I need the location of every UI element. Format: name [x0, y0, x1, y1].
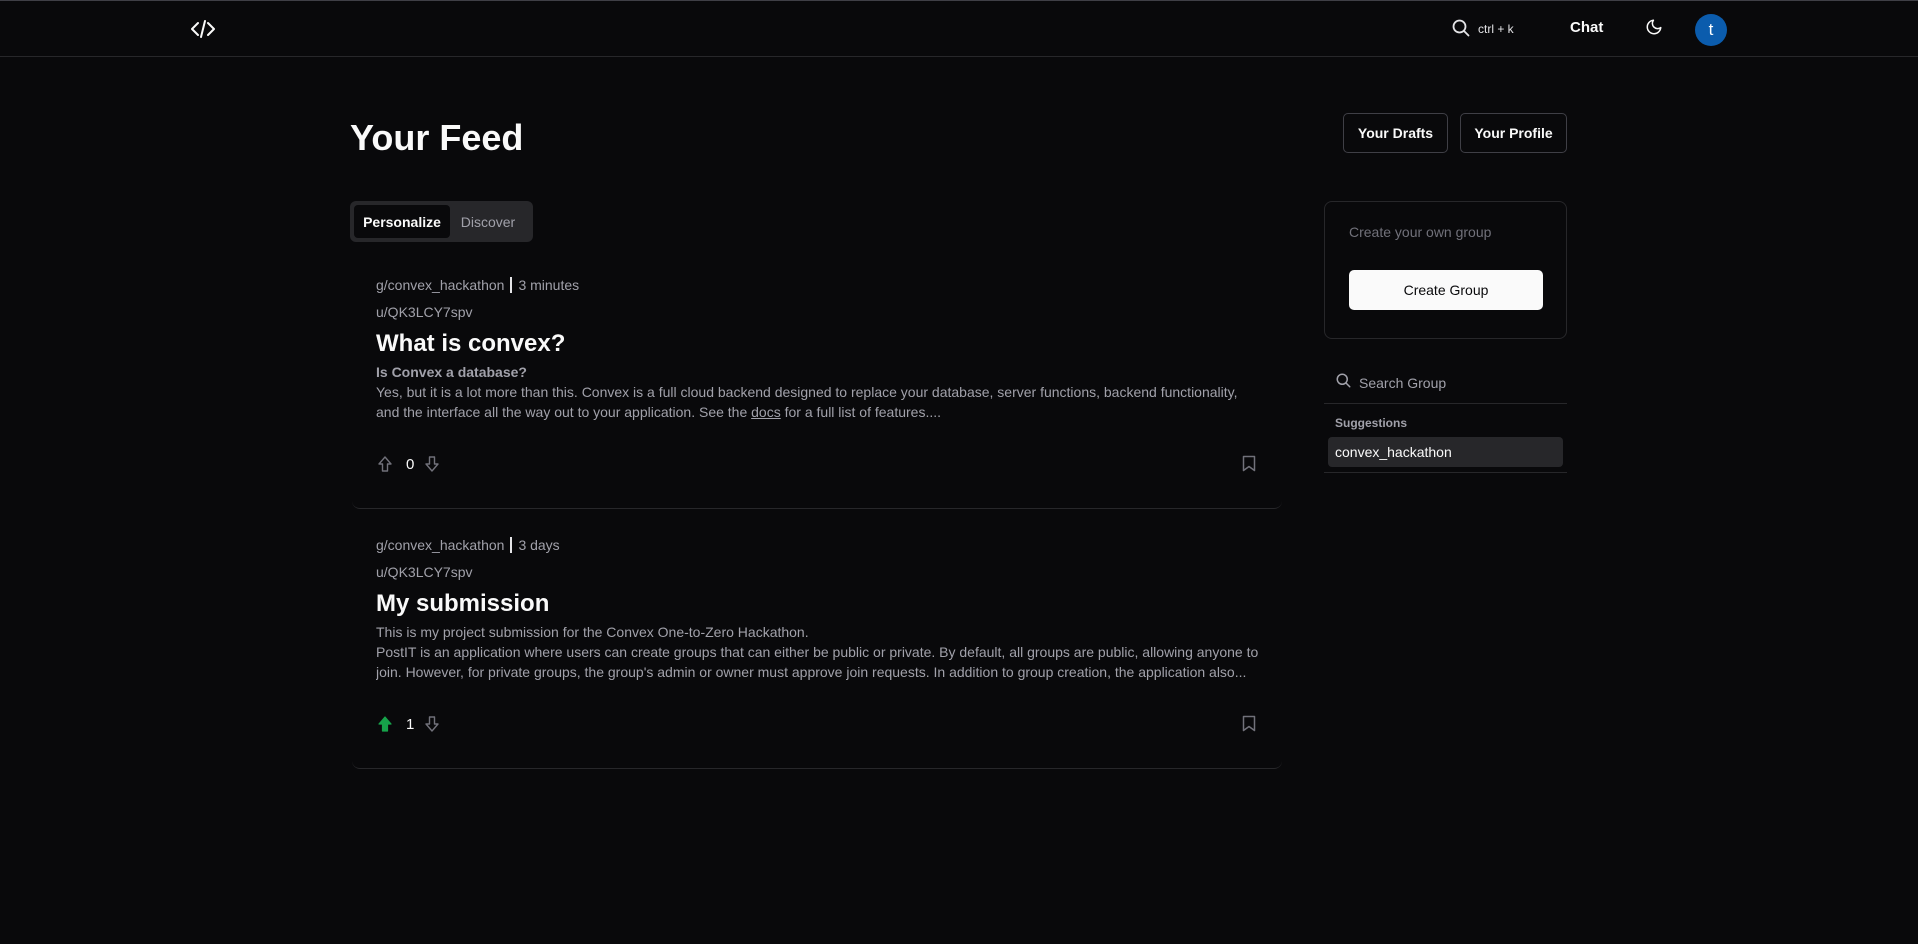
search-icon	[1452, 19, 1470, 40]
your-drafts-button[interactable]: Your Drafts	[1343, 113, 1448, 153]
post-excerpt: Yes, but it is a lot more than this. Con…	[376, 384, 1238, 420]
post-title[interactable]: What is convex?	[376, 328, 565, 360]
top-navbar: ctrl + k Chat t	[0, 0, 1918, 57]
post-card[interactable]: g/convex_hackathon 3 days u/QK3LCY7spv M…	[352, 510, 1282, 769]
feed-tabs: Personalize Discover	[350, 201, 533, 242]
post-group-link[interactable]: g/convex_hackathon	[376, 537, 504, 553]
arrow-down-icon[interactable]	[423, 455, 441, 473]
post-subtitle: Is Convex a database?	[376, 364, 527, 380]
create-group-button[interactable]: Create Group	[1349, 270, 1543, 310]
arrow-up-icon[interactable]	[376, 455, 394, 473]
post-meta: g/convex_hackathon 3 days	[376, 537, 560, 553]
create-group-prompt: Create your own group	[1349, 224, 1492, 240]
code-logo-icon[interactable]	[188, 17, 218, 41]
post-time: 3 days	[518, 537, 560, 553]
group-search-box	[1324, 362, 1567, 404]
suggestions-heading: Suggestions	[1335, 416, 1408, 430]
vote-controls: 0	[376, 454, 441, 474]
suggestion-item[interactable]: convex_hackathon	[1328, 437, 1563, 467]
arrow-down-icon[interactable]	[423, 715, 441, 733]
tab-discover[interactable]: Discover	[450, 205, 526, 238]
post-author[interactable]: u/QK3LCY7spv	[376, 304, 473, 320]
page-title: Your Feed	[350, 117, 524, 158]
create-group-card: Create your own group Create Group	[1324, 201, 1567, 339]
search-shortcut-hint: ctrl + k	[1478, 22, 1514, 36]
post-group-link[interactable]: g/convex_hackathon	[376, 277, 504, 293]
post-body: This is my project submission for the Co…	[376, 622, 1261, 682]
chat-link[interactable]: Chat	[1570, 19, 1603, 36]
vote-controls: 1	[376, 714, 441, 734]
post-time: 3 minutes	[518, 277, 580, 293]
search-trigger[interactable]: ctrl + k	[1452, 17, 1514, 41]
meta-separator	[510, 537, 513, 553]
post-meta: g/convex_hackathon 3 minutes	[376, 277, 579, 293]
post-title[interactable]: My submission	[376, 588, 549, 620]
arrow-up-icon[interactable]	[376, 715, 394, 733]
post-author[interactable]: u/QK3LCY7spv	[376, 564, 473, 580]
post-line-1: This is my project submission for the Co…	[376, 624, 809, 640]
group-search-input[interactable]	[1359, 374, 1559, 391]
vote-count: 1	[406, 715, 415, 733]
user-avatar[interactable]: t	[1695, 14, 1727, 46]
your-profile-button[interactable]: Your Profile	[1460, 113, 1567, 153]
search-icon	[1336, 373, 1351, 393]
theme-toggle-button[interactable]	[1642, 17, 1666, 41]
post-card[interactable]: g/convex_hackathon 3 minutes u/QK3LCY7sp…	[352, 250, 1282, 509]
bookmark-icon[interactable]	[1240, 453, 1258, 473]
bookmark-icon[interactable]	[1240, 713, 1258, 733]
suggestions-divider	[1324, 472, 1567, 473]
vote-count: 0	[406, 455, 415, 473]
post-body: Is Convex a database? Yes, but it is a l…	[376, 362, 1261, 422]
post-excerpt: PostIT is an application where users can…	[376, 644, 1259, 680]
tab-personalize[interactable]: Personalize	[354, 205, 450, 238]
meta-separator	[510, 277, 513, 293]
docs-link[interactable]: docs	[751, 404, 781, 420]
moon-icon	[1645, 18, 1663, 41]
